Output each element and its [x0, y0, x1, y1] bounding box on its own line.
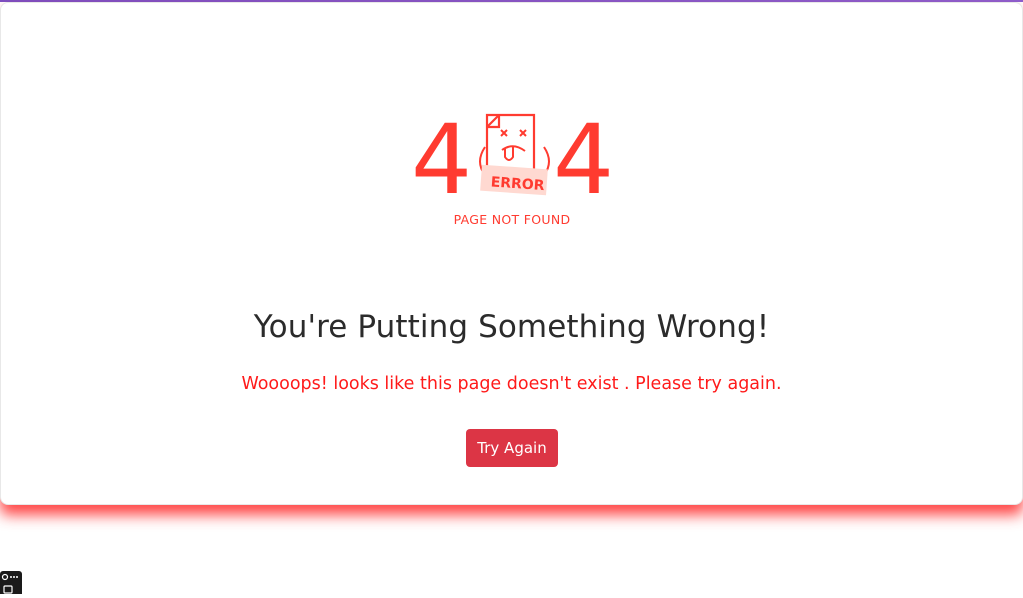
error-tag: ERROR [480, 164, 548, 196]
404-illustration: 4 ERROR 4 PAGE NOT FOUND [411, 107, 614, 227]
devtools-icon[interactable] [0, 571, 22, 594]
error-message: Woooops! looks like this page doesn't ex… [241, 374, 782, 394]
error-card: 4 ERROR 4 PAGE NOT FOUND You're Putting … [0, 2, 1023, 505]
digit-four-left: 4 [411, 107, 472, 216]
devtools-glyph-icon [1, 573, 18, 594]
try-again-button[interactable]: Try Again [466, 429, 558, 467]
digit-four-right: 4 [553, 107, 614, 216]
page-not-found-caption: PAGE NOT FOUND [454, 212, 571, 227]
page-title: You're Putting Something Wrong! [253, 309, 770, 345]
